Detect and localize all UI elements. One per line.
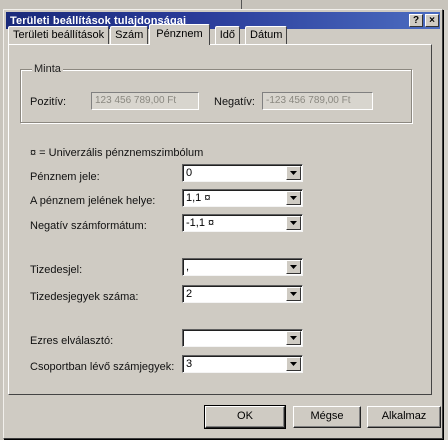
symbol-position-value[interactable]: 1,1 ¤ [186, 191, 210, 205]
tab-currency[interactable]: Pénznem [149, 24, 210, 45]
negative-label: Negatív: [214, 96, 255, 108]
decimal-digits-label: Tizedesjegyek száma: [30, 291, 139, 303]
symbol-position-combobox[interactable]: 1,1 ¤ [182, 189, 303, 207]
tab-strip: Területi beállítások Szám Pénznem Idő Dá… [8, 24, 288, 45]
negative-format-value[interactable]: -1,1 ¤ [186, 216, 214, 230]
tab-date[interactable]: Dátum [245, 26, 288, 44]
chevron-down-icon[interactable] [286, 191, 301, 205]
close-button[interactable]: × [425, 14, 439, 27]
chevron-down-icon[interactable] [286, 166, 301, 180]
digit-grouping-label: Ezres elválasztó: [30, 335, 114, 347]
ok-button[interactable]: OK [204, 405, 286, 429]
help-button[interactable]: ? [409, 14, 423, 27]
digits-in-group-label: Csoportban lévő számjegyek: [30, 361, 175, 373]
currency-symbol-value[interactable]: 0 [186, 166, 192, 180]
currency-symbol-legend: ¤ = Univerzális pénznemszimbólum [30, 147, 204, 159]
decimal-digits-value[interactable]: 2 [186, 287, 192, 301]
sample-group-title: Minta [32, 63, 63, 75]
digits-in-group-value[interactable]: 3 [186, 357, 192, 371]
cancel-button[interactable]: Mégse [293, 406, 361, 428]
tab-time[interactable]: Idő [214, 26, 241, 44]
currency-symbol-label: Pénznem jele: [30, 171, 100, 183]
decimal-symbol-combobox[interactable]: , [182, 258, 303, 276]
positive-label: Pozitív: [30, 96, 67, 108]
tab-number[interactable]: Szám [110, 26, 149, 44]
negative-format-label: Negatív számformátum: [30, 220, 147, 232]
negative-sample-value: -123 456 789,00 Ft [266, 95, 351, 106]
currency-symbol-combobox[interactable]: 0 [182, 164, 303, 182]
negative-format-combobox[interactable]: -1,1 ¤ [182, 214, 303, 232]
chevron-down-icon[interactable] [286, 216, 301, 230]
negative-sample-field: -123 456 789,00 Ft [262, 92, 373, 110]
decimal-symbol-value[interactable]: , [186, 260, 189, 274]
digit-grouping-combobox[interactable] [182, 329, 303, 347]
positive-sample-value: 123 456 789,00 Ft [95, 95, 177, 106]
chevron-down-icon[interactable] [286, 357, 301, 371]
chevron-down-icon[interactable] [286, 260, 301, 274]
tab-regional-settings[interactable]: Területi beállítások [8, 26, 110, 44]
decimal-symbol-label: Tizedesjel: [30, 264, 83, 276]
apply-button[interactable]: Alkalmaz [367, 406, 441, 428]
chevron-down-icon[interactable] [286, 287, 301, 301]
decimal-digits-combobox[interactable]: 2 [182, 285, 303, 303]
symbol-position-label: A pénznem jelének helye: [30, 195, 156, 207]
digits-in-group-combobox[interactable]: 3 [182, 355, 303, 373]
positive-sample-field: 123 456 789,00 Ft [91, 92, 199, 110]
chevron-down-icon[interactable] [286, 331, 301, 345]
